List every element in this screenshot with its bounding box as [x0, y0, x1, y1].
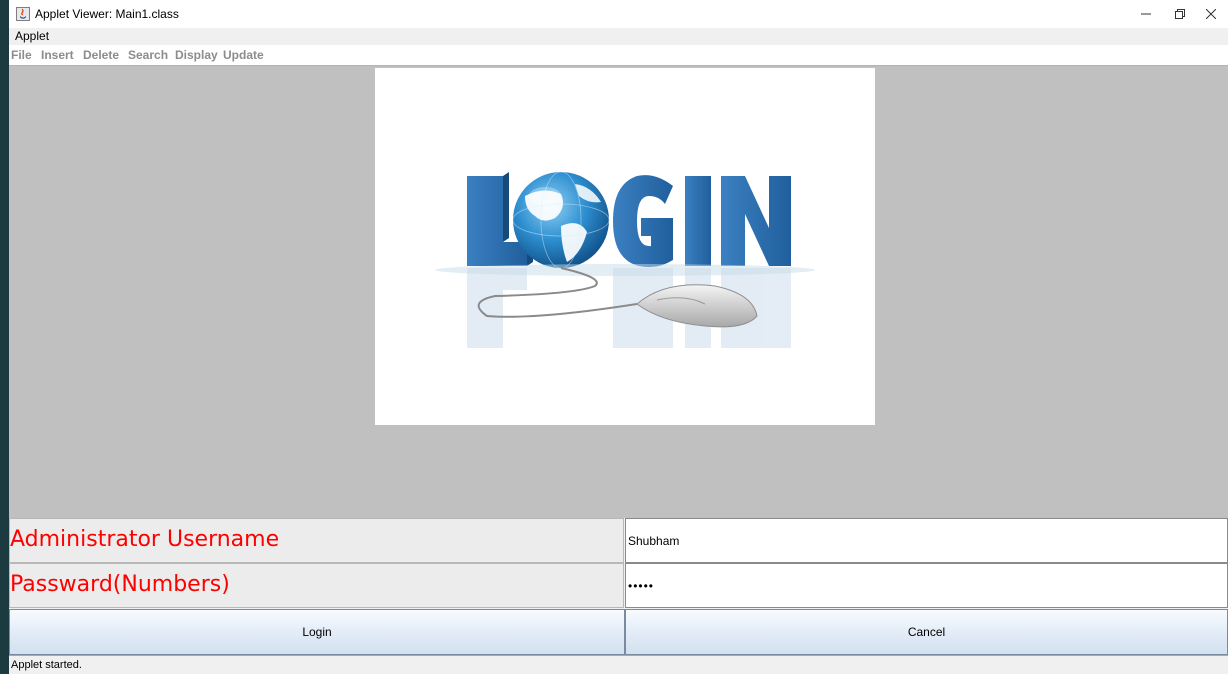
letter-i — [685, 176, 711, 266]
close-button[interactable] — [1194, 0, 1228, 28]
menu-delete[interactable]: Delete — [83, 48, 119, 62]
image-panel — [9, 66, 1228, 518]
applet-content: Administrator Username Passward(Numbers)… — [9, 65, 1228, 655]
status-bar: Applet started. — [9, 655, 1228, 674]
menu-bar: File Insert Delete Search Display Update — [9, 45, 1228, 65]
applet-menu-bar: Applet — [9, 28, 1228, 45]
menu-display[interactable]: Display — [175, 48, 218, 62]
password-label-cell: Passward(Numbers) — [9, 563, 624, 608]
password-label: Passward(Numbers) — [10, 572, 230, 597]
title-bar: Applet Viewer: Main1.class — [9, 0, 1228, 28]
menu-file[interactable]: File — [11, 48, 32, 62]
minimize-button[interactable] — [1129, 0, 1163, 28]
status-text: Applet started. — [11, 659, 82, 671]
login-button[interactable]: Login — [9, 609, 625, 655]
menu-insert[interactable]: Insert — [41, 48, 74, 62]
login-banner-image — [375, 68, 875, 425]
letter-n — [721, 176, 791, 266]
password-input[interactable] — [625, 563, 1228, 608]
applet-menu[interactable]: Applet — [15, 29, 49, 43]
restore-button[interactable] — [1163, 0, 1197, 28]
letter-g — [613, 175, 673, 268]
menu-update[interactable]: Update — [223, 48, 264, 62]
restore-icon — [1175, 9, 1185, 19]
minimize-icon — [1141, 13, 1151, 15]
globe-icon — [512, 171, 610, 269]
close-icon — [1206, 9, 1216, 19]
username-label-cell: Administrator Username — [9, 518, 624, 563]
java-applet-icon — [16, 7, 30, 21]
applet-viewer-window: Applet Viewer: Main1.class Applet File I… — [9, 0, 1228, 674]
menu-search[interactable]: Search — [128, 48, 168, 62]
cancel-button[interactable]: Cancel — [625, 609, 1228, 655]
username-input[interactable] — [625, 518, 1228, 563]
username-label: Administrator Username — [10, 527, 280, 552]
window-title: Applet Viewer: Main1.class — [35, 7, 179, 21]
